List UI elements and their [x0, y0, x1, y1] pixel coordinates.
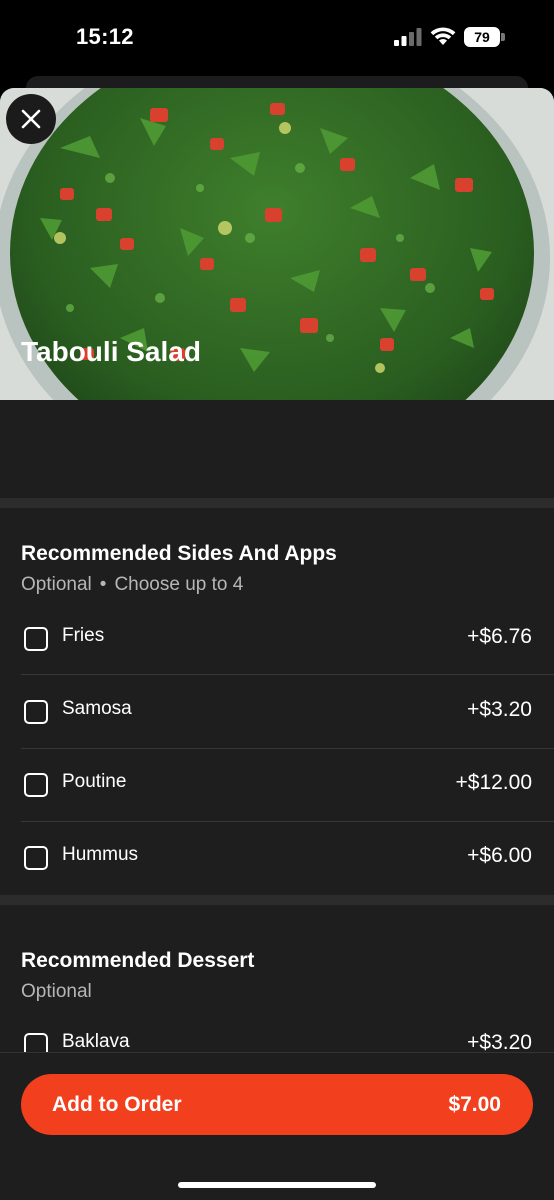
- option-name: Fries: [62, 625, 105, 646]
- option-price: +$12.00: [455, 771, 533, 794]
- group-title-sides: Recommended Sides And Apps: [21, 542, 337, 565]
- row-divider: [21, 821, 554, 822]
- close-icon: [21, 109, 41, 129]
- optional-label: Optional: [21, 574, 92, 595]
- option-price: +$3.20: [467, 698, 532, 721]
- add-to-order-label: Add to Order: [52, 1093, 182, 1116]
- checkbox[interactable]: [24, 846, 48, 870]
- checkbox[interactable]: [24, 700, 48, 724]
- option-row-poutine[interactable]: Poutine +$12.00: [0, 771, 554, 846]
- checkbox[interactable]: [24, 773, 48, 797]
- order-price: $7.00: [448, 1093, 501, 1116]
- group-subtitle-sides: Optional • Choose up to 4: [21, 574, 244, 595]
- battery-level: 79: [464, 27, 500, 47]
- option-name: Baklava: [62, 1031, 130, 1052]
- battery-icon: 79: [464, 27, 506, 47]
- row-divider: [21, 748, 554, 749]
- status-bar: 15:12 79: [0, 0, 554, 78]
- section-divider: [0, 895, 554, 905]
- option-price: +$6.76: [467, 625, 532, 648]
- option-name: Hummus: [62, 844, 139, 865]
- wifi-icon: [430, 27, 456, 45]
- choose-limit-label: Choose up to 4: [114, 574, 244, 595]
- cellular-signal-icon: [394, 28, 422, 46]
- option-row-samosa[interactable]: Samosa +$3.20: [0, 698, 554, 773]
- home-indicator[interactable]: [178, 1182, 376, 1188]
- optional-label: Optional: [21, 981, 92, 1002]
- status-time: 15:12: [76, 24, 134, 49]
- section-divider: [0, 498, 554, 508]
- group-title-dessert: Recommended Dessert: [21, 949, 255, 972]
- option-price: +$6.00: [467, 844, 532, 867]
- add-to-order-button[interactable]: Add to Order $7.00: [21, 1074, 533, 1135]
- option-row-hummus[interactable]: Hummus +$6.00: [0, 844, 554, 919]
- option-name: Samosa: [62, 698, 132, 719]
- option-row-fries[interactable]: Fries +$6.76: [0, 625, 554, 700]
- option-name: Poutine: [62, 771, 127, 792]
- close-button[interactable]: [6, 94, 56, 144]
- row-divider: [21, 674, 554, 675]
- checkbox[interactable]: [24, 627, 48, 651]
- item-title: Tabouli Salad: [21, 336, 201, 367]
